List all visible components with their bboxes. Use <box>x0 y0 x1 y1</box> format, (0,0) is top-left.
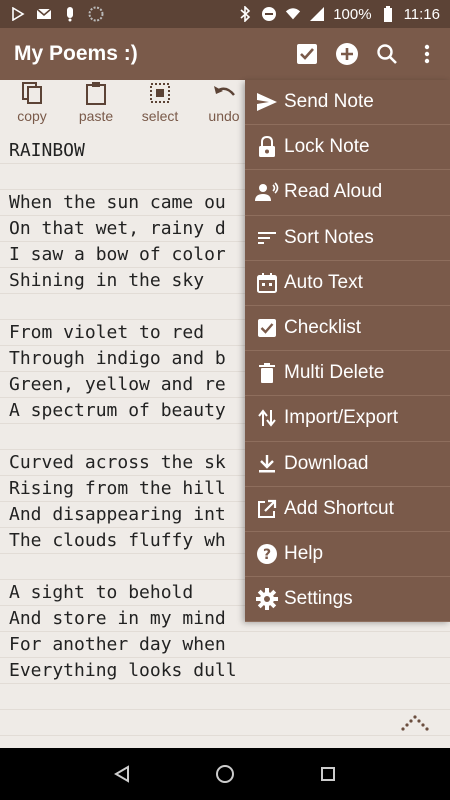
help-icon: ? <box>255 542 279 566</box>
delete-icon <box>255 361 279 385</box>
menu-item-auto-text[interactable]: Auto Text <box>245 261 450 306</box>
app-bar: My Poems :) <box>0 28 450 80</box>
copy-button[interactable]: copy <box>0 80 64 130</box>
import-export-icon <box>255 406 279 430</box>
paste-button[interactable]: paste <box>64 80 128 130</box>
back-icon[interactable] <box>110 762 134 786</box>
menu-item-download[interactable]: Download <box>245 442 450 487</box>
menu-item-label: Add Shortcut <box>284 497 394 519</box>
app-title: My Poems :) <box>14 42 138 65</box>
read-aloud-icon <box>255 180 279 204</box>
menu-item-add-shortcut[interactable]: Add Shortcut <box>245 487 450 532</box>
send-icon <box>255 90 279 114</box>
menu-item-label: Read Aloud <box>284 181 383 203</box>
menu-item-lock-note[interactable]: Lock Note <box>245 125 450 171</box>
checkbox-icon[interactable] <box>294 41 320 67</box>
menu-item-label: Import/Export <box>284 407 399 429</box>
menu-item-label: Checklist <box>284 317 362 339</box>
menu-item-send-note[interactable]: Send Note <box>245 80 450 126</box>
auto-text-icon <box>255 271 279 295</box>
note-line: Everything looks dull <box>0 658 450 684</box>
menu-item-label: Auto Text <box>284 271 363 293</box>
lock-icon <box>255 135 279 159</box>
download-icon <box>255 452 279 476</box>
copy-label: copy <box>17 108 47 124</box>
menu-item-import-export[interactable]: Import/Export <box>245 396 450 442</box>
checklist-icon <box>255 316 279 340</box>
overflow-menu: Send Note Lock Note Read Aloud Sort Notes Au… <box>245 80 450 623</box>
menu-item-label: Settings <box>284 588 353 610</box>
bluetooth-icon <box>237 6 253 22</box>
menu-item-label: Download <box>284 452 369 474</box>
menu-item-label: Help <box>284 542 324 564</box>
copy-icon <box>21 80 43 106</box>
menu-item-checklist[interactable]: Checklist <box>245 306 450 352</box>
sync-icon <box>88 6 104 22</box>
menu-item-label: Sort Notes <box>284 226 374 248</box>
notification-icon <box>62 6 78 22</box>
select-button[interactable]: select <box>128 80 192 130</box>
sort-icon <box>255 226 279 250</box>
battery-percent: 100% <box>333 5 372 23</box>
menu-item-label: Lock Note <box>284 136 370 158</box>
menu-item-label: Multi Delete <box>284 362 385 384</box>
settings-icon <box>255 587 279 611</box>
svg-text:?: ? <box>263 547 271 563</box>
gmail-icon <box>36 6 52 22</box>
note-line <box>0 684 450 710</box>
home-icon[interactable] <box>213 762 237 786</box>
undo-icon <box>212 80 236 106</box>
note-line: For another day when <box>0 632 450 658</box>
navigation-bar <box>0 748 450 800</box>
menu-item-label: Send Note <box>284 91 374 113</box>
menu-item-help[interactable]: ? Help <box>245 532 450 578</box>
collapse-icon[interactable] <box>398 714 432 734</box>
paste-label: paste <box>78 108 114 124</box>
status-bar: 100% 11:16 <box>0 0 450 28</box>
note-line <box>0 710 450 736</box>
signal-icon <box>309 6 325 22</box>
paste-icon <box>85 80 107 106</box>
menu-item-sort-notes[interactable]: Sort Notes <box>245 216 450 261</box>
menu-item-multi-delete[interactable]: Multi Delete <box>245 351 450 397</box>
play-store-icon <box>10 6 26 22</box>
overflow-menu-icon[interactable] <box>414 41 440 67</box>
menu-item-settings[interactable]: Settings <box>245 577 450 623</box>
select-icon <box>149 80 171 106</box>
dnd-icon <box>261 6 277 22</box>
recents-icon[interactable] <box>316 762 340 786</box>
clock: 11:16 <box>403 5 440 23</box>
menu-item-read-aloud[interactable]: Read Aloud <box>245 170 450 216</box>
search-icon[interactable] <box>374 41 400 67</box>
add-icon[interactable] <box>334 41 360 67</box>
shortcut-icon <box>255 497 279 521</box>
wifi-icon <box>285 6 301 22</box>
battery-icon <box>380 6 396 22</box>
undo-label: undo <box>208 108 240 124</box>
select-label: select <box>141 108 179 124</box>
